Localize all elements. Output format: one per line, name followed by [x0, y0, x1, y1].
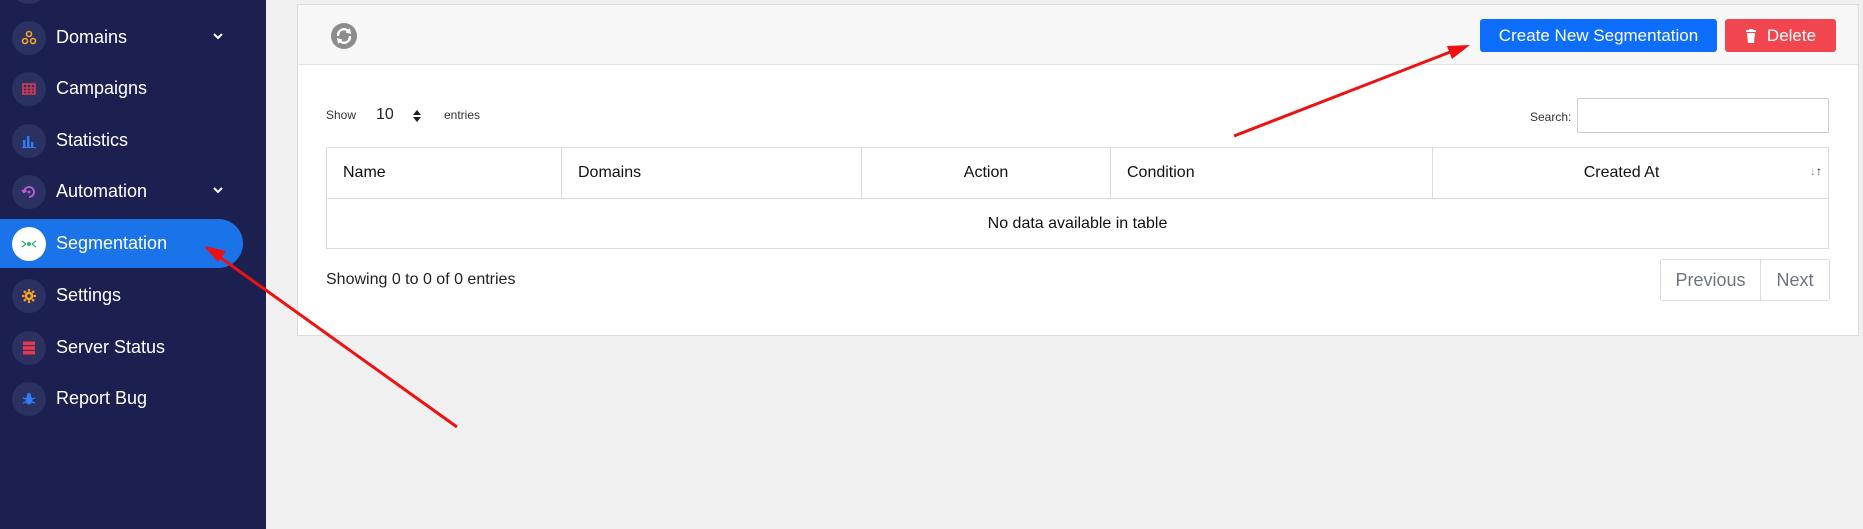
campaigns-icon	[12, 71, 46, 106]
segmentation-card: Create New Segmentation Delete Show 10 e…	[297, 4, 1859, 336]
search-input[interactable]	[1577, 98, 1829, 133]
sidebar-item-label: Automation	[56, 181, 148, 201]
partial-nav-icon	[12, 0, 46, 4]
sidebar: Domains Campaigns Statistics Automation …	[0, 0, 266, 529]
trash-icon	[1745, 28, 1756, 43]
statistics-icon	[12, 123, 46, 158]
column-header-created-at[interactable]: Created At ↓↑	[1432, 147, 1829, 199]
entries-info: Showing 0 to 0 of 0 entries	[326, 271, 516, 288]
next-button[interactable]: Next	[1761, 260, 1829, 300]
select-arrows-icon	[413, 110, 421, 122]
search-label: Search:	[1530, 110, 1572, 124]
domains-icon	[12, 20, 46, 55]
entries-value: 10	[376, 106, 394, 123]
sidebar-item-statistics[interactable]: Statistics	[0, 116, 243, 165]
column-header-domains[interactable]: Domains	[561, 147, 862, 199]
table-row: No data available in table	[326, 198, 1829, 249]
delete-button[interactable]: Delete	[1725, 19, 1836, 52]
chevron-down-icon	[213, 187, 223, 194]
sidebar-item-segmentation[interactable]: Segmentation	[0, 219, 243, 268]
segmentation-table: Name Domains Action Condition Created At…	[326, 147, 1829, 249]
sidebar-item-label: Statistics	[56, 130, 129, 150]
pagination: Previous Next	[1660, 259, 1830, 301]
chevron-down-icon	[213, 33, 223, 40]
sidebar-item-domains[interactable]: Domains	[0, 13, 243, 62]
column-header-condition[interactable]: Condition	[1110, 147, 1433, 199]
sidebar-item-campaigns[interactable]: Campaigns	[0, 64, 243, 113]
sidebar-item-label: Settings	[56, 285, 122, 305]
sidebar-item-settings[interactable]: Settings	[0, 271, 243, 320]
automation-icon	[12, 174, 46, 209]
create-segmentation-button[interactable]: Create New Segmentation	[1480, 19, 1717, 52]
empty-table-message: No data available in table	[326, 198, 1829, 249]
previous-button[interactable]: Previous	[1661, 260, 1761, 300]
gear-icon	[12, 278, 46, 313]
show-label: Show	[326, 108, 357, 122]
sidebar-item-label: Report Bug	[56, 388, 148, 408]
sort-icon: ↓↑	[1810, 164, 1822, 178]
sidebar-item-label: Segmentation	[56, 233, 168, 253]
segmentation-icon	[12, 226, 46, 261]
sidebar-item-label: Domains	[56, 27, 128, 47]
refresh-icon[interactable]	[330, 22, 358, 50]
column-header-name[interactable]: Name	[326, 147, 562, 199]
card-header: Create New Segmentation Delete	[298, 5, 1858, 65]
entries-per-page-select[interactable]: 10	[370, 101, 428, 129]
server-icon	[12, 330, 46, 365]
table-header-row: Name Domains Action Condition Created At…	[326, 147, 1829, 199]
sidebar-item-label: Server Status	[56, 337, 166, 357]
sidebar-item-automation[interactable]: Automation	[0, 167, 243, 216]
column-header-created-at-label: Created At	[1583, 164, 1660, 181]
sidebar-item-report-bug[interactable]: Report Bug	[0, 374, 243, 423]
column-header-action[interactable]: Action	[861, 147, 1111, 199]
delete-button-label: Delete	[1766, 25, 1817, 45]
sidebar-item-label: Campaigns	[56, 78, 148, 98]
sidebar-item-server-status[interactable]: Server Status	[0, 323, 243, 372]
bug-icon	[12, 381, 46, 416]
entries-label: entries	[444, 108, 481, 122]
